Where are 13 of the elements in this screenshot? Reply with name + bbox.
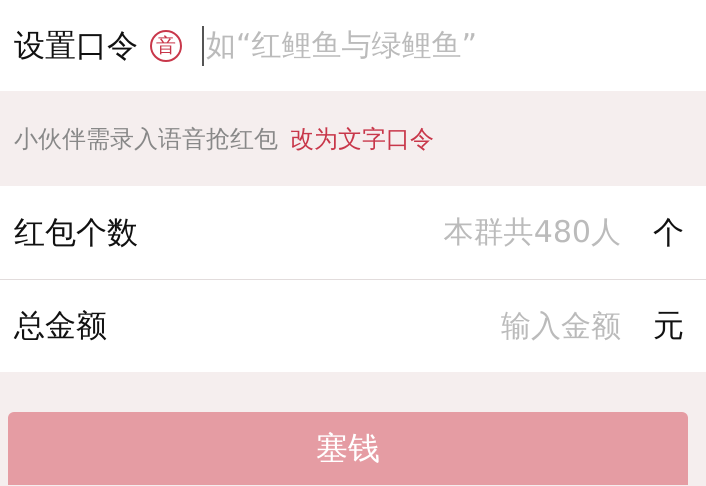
form-row[interactable]: 设置口令 音 如“红鲤鱼与绿鲤鱼” (0, 0, 706, 91)
input-field[interactable]: 输入金额 (107, 308, 623, 344)
switch-link[interactable]: 改为文字口令 (290, 122, 434, 154)
unit-label: 个 (653, 214, 684, 252)
hint-text: 小伙伴需录入语音抢红包 (14, 124, 278, 154)
form-row[interactable]: 红包个数 本群共480人 个 (0, 186, 706, 279)
voice-badge: 音 (150, 30, 182, 62)
field-label: 总金额 (14, 307, 107, 346)
input-field[interactable]: 本群共480人 (138, 214, 623, 251)
command-input[interactable]: 如“红鲤鱼与绿鲤鱼” (202, 26, 684, 66)
field-label: 设置口令 (14, 26, 138, 66)
field-label: 红包个数 (14, 214, 138, 252)
unit-label: 元 (653, 307, 684, 346)
